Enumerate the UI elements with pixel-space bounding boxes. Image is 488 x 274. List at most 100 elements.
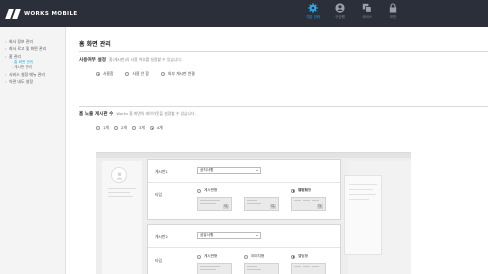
image-layout-thumbnail[interactable] <box>244 263 279 274</box>
brand-name: WORKS MOBILE <box>24 11 78 17</box>
album-layout-thumbnail[interactable] <box>291 197 326 211</box>
preview-placeholder-line <box>349 189 373 191</box>
title-divider <box>79 51 488 52</box>
type-option-list[interactable]: 게시판형 <box>197 254 237 274</box>
sidebar-item-company-info[interactable]: 회사 정보 관리 <box>0 38 65 46</box>
album-layout-thumbnail[interactable] <box>291 263 326 274</box>
preview-placeholder-line <box>349 184 377 186</box>
board-label: 게시판1 <box>155 169 168 174</box>
type-radio[interactable]: 앨범형 <box>291 254 331 259</box>
radio-icon[interactable] <box>160 72 165 76</box>
radio-selected-icon[interactable] <box>96 72 100 76</box>
radio-selected-icon[interactable] <box>149 126 154 130</box>
radio-icon[interactable] <box>244 254 248 259</box>
preview-placeholder-line <box>349 194 376 196</box>
type-radio[interactable]: 게시판형 <box>197 254 237 259</box>
type-label: 타입 <box>155 192 162 197</box>
chevron-down-icon <box>256 234 258 236</box>
preview-placeholder-line <box>108 192 130 194</box>
list-layout-thumbnail[interactable] <box>197 263 232 274</box>
search-icon <box>270 203 276 209</box>
radio-label: 외부 게시판 연결 <box>167 71 195 76</box>
sidebar-item-home[interactable]: 홈 관리 <box>0 53 65 61</box>
radio-icon[interactable] <box>197 188 201 193</box>
count-description: Works 홈 화면의 레이아웃을 설정할 수 있습니다. <box>116 111 196 116</box>
user-icon <box>335 3 345 13</box>
type-option-image[interactable]: 이미지형 <box>244 254 284 274</box>
sidebar-item-logo-screen[interactable]: 회사 로고 및 화면 관리 <box>0 45 65 53</box>
home-layout-preview: 게시판1 공지사항 타입 게시판형 이미지형 앨범형 게시판2 공유사항 타입 … <box>96 152 411 274</box>
board-divider <box>148 247 340 248</box>
board-divider <box>148 182 340 183</box>
search-icon <box>317 203 323 209</box>
nav-label: 보안 <box>389 15 397 19</box>
radio-icon[interactable] <box>197 254 201 259</box>
sidebar: 회사 정보 관리 회사 로고 및 화면 관리 홈 관리 홈 화면 관리 게시판 … <box>0 27 66 274</box>
count-title-text: 홈 노출 게시판 수 <box>79 112 114 117</box>
gear-icon <box>308 3 318 13</box>
preview-header <box>96 153 411 158</box>
nav-security[interactable]: 보안 <box>380 3 406 25</box>
preview-right-card <box>344 175 382 255</box>
type-radio[interactable]: 이미지형 <box>244 254 284 259</box>
nav-basic-management[interactable]: 기본 관리 <box>300 3 326 25</box>
type-option-list[interactable]: 게시판형 <box>197 188 237 211</box>
type-option-image-col[interactable]: · <box>244 188 284 192</box>
sidebar-item-service-menu[interactable]: 서비스 설정 메뉴 관리 <box>0 71 65 79</box>
radio-label: 앨범형 <box>298 254 308 258</box>
usage-option-use[interactable]: 사용함 <box>96 71 113 77</box>
board-1-select[interactable]: 공지사항 <box>197 167 261 174</box>
preview-profile-panel <box>102 161 142 274</box>
radio-icon[interactable] <box>131 126 136 130</box>
count-option-1[interactable]: 1개 <box>96 125 109 131</box>
nav-services[interactable]: 서비스 <box>354 3 380 25</box>
lock-icon <box>389 3 397 13</box>
radio-label: 게시판형 <box>204 188 218 192</box>
count-option-2[interactable]: 2개 <box>113 125 127 131</box>
radio-icon[interactable] <box>96 126 100 130</box>
radio-label: 앨범형 <box>298 188 308 192</box>
chevron-down-icon <box>256 169 258 171</box>
type-radio[interactable]: 게시판형 <box>197 188 237 193</box>
radio-icon[interactable] <box>125 72 130 76</box>
usage-description: 홈(게시판)의 사용 여부를 설정할 수 있습니다. <box>108 57 183 62</box>
usage-title-text: 사용여부 설정 <box>79 58 106 63</box>
image-layout-thumbnail[interactable] <box>244 197 279 211</box>
radio-label: 이미지형 <box>251 254 265 258</box>
usage-option-external[interactable]: 외부 게시판 연결 <box>160 71 195 77</box>
nav-label: 서비스 <box>362 15 372 19</box>
list-layout-thumbnail[interactable] <box>197 197 232 211</box>
nav-label: 구성원 <box>335 15 345 19</box>
board-2-select[interactable]: 공유사항 <box>197 232 261 239</box>
radio-selected-icon[interactable] <box>291 254 295 259</box>
board-label: 게시판2 <box>155 234 168 239</box>
count-section-title: 홈 노출 게시판 수 Works 홈 화면의 레이아웃을 설정할 수 있습니다. <box>79 111 196 117</box>
section-divider <box>79 106 488 107</box>
board-slot-2: 게시판2 공유사항 타입 게시판형 이미지형 앨범형 <box>147 224 341 274</box>
radio-label: 2개 <box>120 125 127 130</box>
page-title: 홈 화면 관리 <box>79 41 111 48</box>
radio-label: 게시판형 <box>204 254 218 258</box>
works-mobile-logo[interactable]: WORKS MOBILE <box>5 8 78 20</box>
type-label: 타입 <box>155 258 162 263</box>
nav-members[interactable]: 구성원 <box>327 3 353 25</box>
preview-placeholder-line <box>108 196 133 198</box>
usage-option-not-use[interactable]: 사용 안 함 <box>125 71 149 77</box>
type-option-album[interactable]: 앨범형 <box>291 188 331 211</box>
radio-selected-icon[interactable] <box>291 188 295 193</box>
search-icon <box>223 203 229 209</box>
count-option-3[interactable]: 3개 <box>131 125 145 131</box>
logo-mark-icon <box>5 9 21 19</box>
usage-section-title: 사용여부 설정 홈(게시판)의 사용 여부를 설정할 수 있습니다. <box>79 57 182 63</box>
radio-label: 4개 <box>156 125 163 130</box>
radio-icon[interactable] <box>113 126 118 130</box>
nav-label: 기본 관리 <box>305 15 321 19</box>
usage-radio-group: 사용함 사용 안 함 외부 게시판 연결 <box>96 71 207 77</box>
service-icon <box>362 3 372 13</box>
type-option-album[interactable]: 앨범형 <box>291 254 331 274</box>
count-option-4[interactable]: 4개 <box>149 125 163 131</box>
select-value: 공유사항 <box>200 233 214 237</box>
type-radio[interactable]: 앨범형 <box>291 188 331 193</box>
radio-label: 3개 <box>138 125 145 130</box>
sidebar-item-terms[interactable]: 약관 내도 설정 <box>0 78 65 86</box>
